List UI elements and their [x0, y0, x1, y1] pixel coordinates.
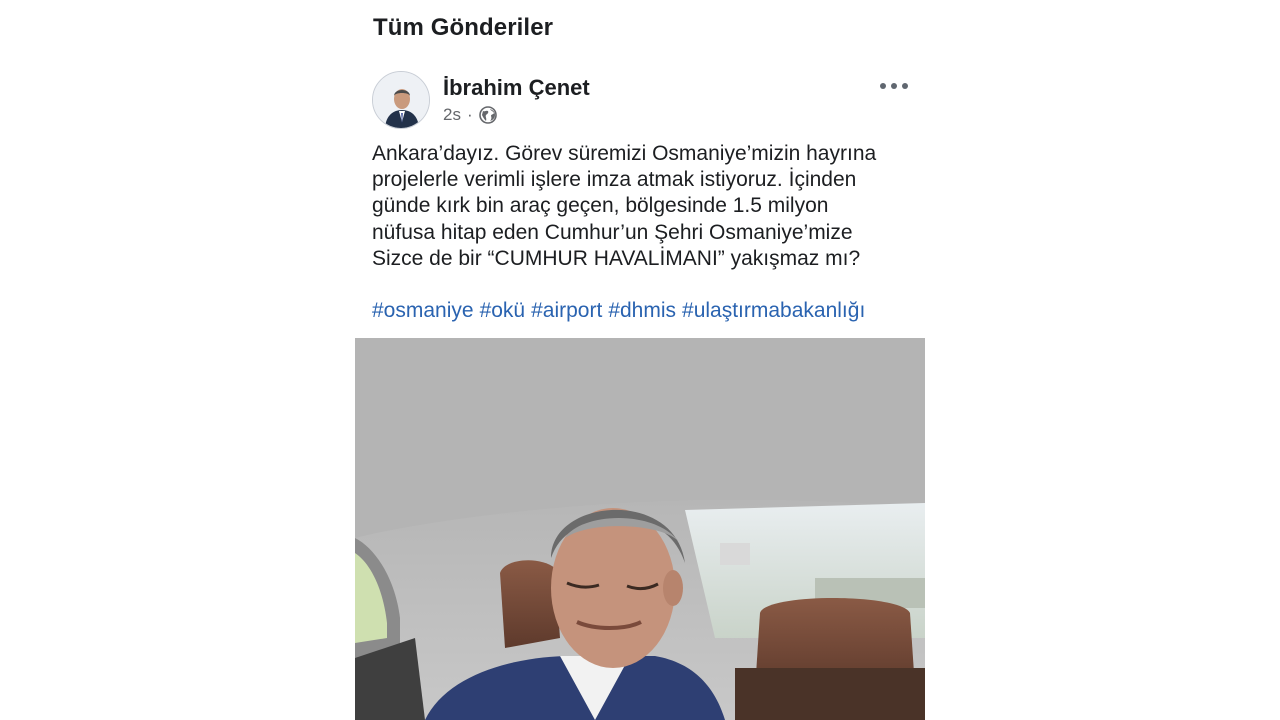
hashtag-link[interactable]: #okü: [480, 299, 526, 323]
post-text-line: günde kırk bin araç geçen, bölgesinde 1.…: [372, 194, 829, 218]
feed-column: Tüm Gönderiler İbrahim Çenet 2s · Ankara…: [355, 0, 925, 720]
post-text-line: Ankara’dayız. Görev süremizi Osmaniye’mi…: [372, 142, 877, 165]
author-name[interactable]: İbrahim Çenet: [443, 75, 590, 101]
post-text-line: nüfusa hitap eden Cumhur’un Şehri Osmani…: [372, 220, 853, 244]
globe-icon: [478, 106, 497, 124]
avatar-image: [373, 72, 429, 128]
hashtag-link[interactable]: #osmaniye: [372, 299, 474, 323]
post-header: İbrahim Çenet 2s ·: [372, 71, 908, 131]
video-frame: [355, 338, 925, 720]
post-video[interactable]: [355, 338, 925, 720]
post-text: Ankara’dayız. Görev süremizi Osmaniye’mi…: [372, 141, 912, 272]
post-text-line: Sizce de bir “CUMHUR HAVALİMANI” yakışma…: [372, 246, 861, 270]
avatar[interactable]: [372, 71, 430, 129]
post-meta: 2s ·: [443, 105, 497, 125]
meta-separator: ·: [466, 105, 473, 124]
post-time[interactable]: 2s: [443, 105, 461, 125]
post-text-line: projelerle verimli işlere imza atmak ist…: [372, 168, 857, 192]
hashtag-link[interactable]: #dhmis: [608, 299, 676, 323]
hashtag-list: #osmaniye #okü #airport #dhmis #ulaştırm…: [372, 299, 865, 323]
page-title: Tüm Gönderiler: [373, 14, 554, 41]
hashtag-link[interactable]: #ulaştırmabakanlığı: [682, 299, 865, 323]
hashtag-link[interactable]: #airport: [531, 299, 602, 323]
more-options-icon[interactable]: [880, 77, 908, 95]
